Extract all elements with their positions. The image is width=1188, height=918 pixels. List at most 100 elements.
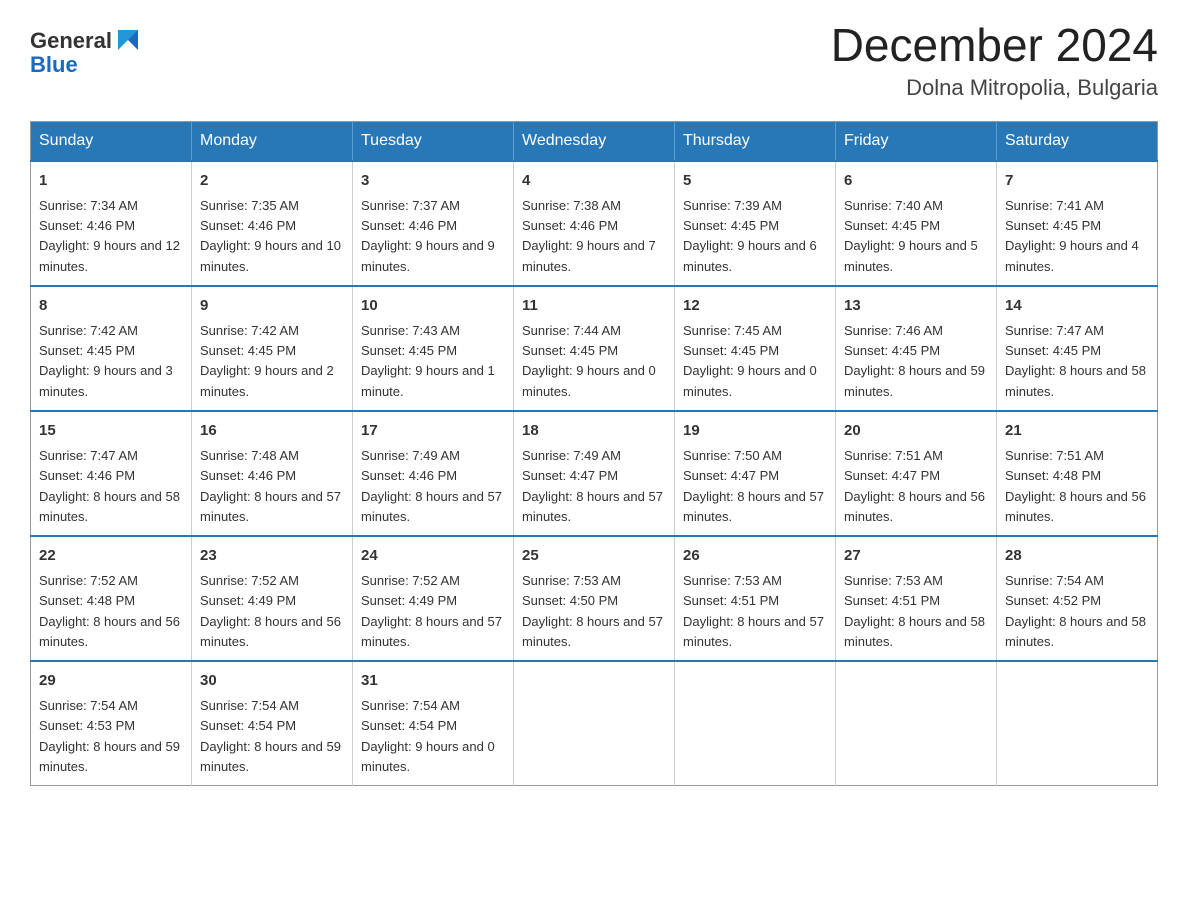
- day-info: Sunrise: 7:40 AMSunset: 4:45 PMDaylight:…: [844, 196, 988, 277]
- calendar-week-row: 8Sunrise: 7:42 AMSunset: 4:45 PMDaylight…: [31, 286, 1158, 411]
- day-number: 10: [361, 295, 505, 318]
- weekday-header-friday: Friday: [836, 121, 997, 161]
- calendar-cell: 20 Sunrise: 7:51 AMSunset: 4:47 PMDayligh…: [836, 411, 997, 536]
- weekday-header-sunday: Sunday: [31, 121, 192, 161]
- calendar-cell: [514, 661, 675, 786]
- day-info: Sunrise: 7:53 AMSunset: 4:50 PMDaylight:…: [522, 571, 666, 652]
- calendar-cell: 17 Sunrise: 7:49 AMSunset: 4:46 PMDayligh…: [353, 411, 514, 536]
- day-info: Sunrise: 7:51 AMSunset: 4:48 PMDaylight:…: [1005, 446, 1149, 527]
- day-info: Sunrise: 7:53 AMSunset: 4:51 PMDaylight:…: [844, 571, 988, 652]
- day-number: 12: [683, 295, 827, 318]
- calendar-cell: 3 Sunrise: 7:37 AMSunset: 4:46 PMDaylight…: [353, 161, 514, 286]
- calendar-table: SundayMondayTuesdayWednesdayThursdayFrid…: [30, 121, 1158, 786]
- day-info: Sunrise: 7:54 AMSunset: 4:54 PMDaylight:…: [361, 696, 505, 777]
- calendar-cell: 25 Sunrise: 7:53 AMSunset: 4:50 PMDayligh…: [514, 536, 675, 661]
- day-info: Sunrise: 7:41 AMSunset: 4:45 PMDaylight:…: [1005, 196, 1149, 277]
- weekday-header-wednesday: Wednesday: [514, 121, 675, 161]
- day-info: Sunrise: 7:38 AMSunset: 4:46 PMDaylight:…: [522, 196, 666, 277]
- day-info: Sunrise: 7:46 AMSunset: 4:45 PMDaylight:…: [844, 321, 988, 402]
- calendar-cell: 7 Sunrise: 7:41 AMSunset: 4:45 PMDaylight…: [997, 161, 1158, 286]
- day-number: 5: [683, 170, 827, 193]
- day-number: 29: [39, 670, 183, 693]
- page-header: General Blue December 2024 Dolna Mitropo…: [30, 20, 1158, 101]
- day-number: 31: [361, 670, 505, 693]
- day-number: 25: [522, 545, 666, 568]
- calendar-cell: 18 Sunrise: 7:49 AMSunset: 4:47 PMDayligh…: [514, 411, 675, 536]
- weekday-header-monday: Monday: [192, 121, 353, 161]
- location: Dolna Mitropolia, Bulgaria: [831, 75, 1158, 101]
- calendar-cell: 16 Sunrise: 7:48 AMSunset: 4:46 PMDayligh…: [192, 411, 353, 536]
- calendar-cell: 30 Sunrise: 7:54 AMSunset: 4:54 PMDayligh…: [192, 661, 353, 786]
- weekday-header-saturday: Saturday: [997, 121, 1158, 161]
- calendar-cell: 5 Sunrise: 7:39 AMSunset: 4:45 PMDaylight…: [675, 161, 836, 286]
- day-number: 13: [844, 295, 988, 318]
- day-number: 20: [844, 420, 988, 443]
- calendar-cell: 12 Sunrise: 7:45 AMSunset: 4:45 PMDayligh…: [675, 286, 836, 411]
- day-info: Sunrise: 7:54 AMSunset: 4:54 PMDaylight:…: [200, 696, 344, 777]
- day-number: 27: [844, 545, 988, 568]
- calendar-week-row: 15 Sunrise: 7:47 AMSunset: 4:46 PMDayligh…: [31, 411, 1158, 536]
- day-number: 7: [1005, 170, 1149, 193]
- day-number: 11: [522, 295, 666, 318]
- day-info: Sunrise: 7:42 AMSunset: 4:45 PMDaylight:…: [200, 321, 344, 402]
- calendar-cell: 14Sunrise: 7:47 AMSunset: 4:45 PMDayligh…: [997, 286, 1158, 411]
- svg-text:Blue: Blue: [30, 52, 78, 77]
- day-number: 3: [361, 170, 505, 193]
- day-info: Sunrise: 7:35 AMSunset: 4:46 PMDaylight:…: [200, 196, 344, 277]
- calendar-cell: 27 Sunrise: 7:53 AMSunset: 4:51 PMDayligh…: [836, 536, 997, 661]
- day-info: Sunrise: 7:54 AMSunset: 4:53 PMDaylight:…: [39, 696, 183, 777]
- day-info: Sunrise: 7:51 AMSunset: 4:47 PMDaylight:…: [844, 446, 988, 527]
- day-number: 17: [361, 420, 505, 443]
- day-number: 9: [200, 295, 344, 318]
- day-info: Sunrise: 7:49 AMSunset: 4:46 PMDaylight:…: [361, 446, 505, 527]
- calendar-cell: 19 Sunrise: 7:50 AMSunset: 4:47 PMDayligh…: [675, 411, 836, 536]
- calendar-cell: 6 Sunrise: 7:40 AMSunset: 4:45 PMDaylight…: [836, 161, 997, 286]
- day-number: 26: [683, 545, 827, 568]
- day-number: 24: [361, 545, 505, 568]
- day-info: Sunrise: 7:45 AMSunset: 4:45 PMDaylight:…: [683, 321, 827, 402]
- day-number: 16: [200, 420, 344, 443]
- day-number: 2: [200, 170, 344, 193]
- month-title: December 2024: [831, 20, 1158, 71]
- day-number: 1: [39, 170, 183, 193]
- calendar-cell: 13 Sunrise: 7:46 AMSunset: 4:45 PMDayligh…: [836, 286, 997, 411]
- day-info: Sunrise: 7:54 AMSunset: 4:52 PMDaylight:…: [1005, 571, 1149, 652]
- logo: General Blue: [30, 20, 150, 85]
- calendar-cell: 15 Sunrise: 7:47 AMSunset: 4:46 PMDayligh…: [31, 411, 192, 536]
- day-number: 6: [844, 170, 988, 193]
- calendar-cell: 10Sunrise: 7:43 AMSunset: 4:45 PMDayligh…: [353, 286, 514, 411]
- calendar-cell: 22Sunrise: 7:52 AMSunset: 4:48 PMDayligh…: [31, 536, 192, 661]
- calendar-cell: 9 Sunrise: 7:42 AMSunset: 4:45 PMDaylight…: [192, 286, 353, 411]
- weekday-header-thursday: Thursday: [675, 121, 836, 161]
- day-number: 15: [39, 420, 183, 443]
- day-number: 4: [522, 170, 666, 193]
- day-info: Sunrise: 7:42 AMSunset: 4:45 PMDaylight:…: [39, 321, 183, 402]
- calendar-cell: 21Sunrise: 7:51 AMSunset: 4:48 PMDayligh…: [997, 411, 1158, 536]
- weekday-header-row: SundayMondayTuesdayWednesdayThursdayFrid…: [31, 121, 1158, 161]
- day-number: 30: [200, 670, 344, 693]
- day-number: 28: [1005, 545, 1149, 568]
- day-info: Sunrise: 7:48 AMSunset: 4:46 PMDaylight:…: [200, 446, 344, 527]
- calendar-cell: 24 Sunrise: 7:52 AMSunset: 4:49 PMDayligh…: [353, 536, 514, 661]
- day-info: Sunrise: 7:37 AMSunset: 4:46 PMDaylight:…: [361, 196, 505, 277]
- day-number: 18: [522, 420, 666, 443]
- day-info: Sunrise: 7:52 AMSunset: 4:49 PMDaylight:…: [361, 571, 505, 652]
- day-number: 22: [39, 545, 183, 568]
- day-info: Sunrise: 7:39 AMSunset: 4:45 PMDaylight:…: [683, 196, 827, 277]
- calendar-cell: 11 Sunrise: 7:44 AMSunset: 4:45 PMDayligh…: [514, 286, 675, 411]
- day-info: Sunrise: 7:44 AMSunset: 4:45 PMDaylight:…: [522, 321, 666, 402]
- calendar-cell: 26Sunrise: 7:53 AMSunset: 4:51 PMDayligh…: [675, 536, 836, 661]
- calendar-cell: [836, 661, 997, 786]
- day-info: Sunrise: 7:49 AMSunset: 4:47 PMDaylight:…: [522, 446, 666, 527]
- calendar-cell: 2 Sunrise: 7:35 AMSunset: 4:46 PMDaylight…: [192, 161, 353, 286]
- day-info: Sunrise: 7:47 AMSunset: 4:45 PMDaylight:…: [1005, 321, 1149, 402]
- calendar-cell: 28 Sunrise: 7:54 AMSunset: 4:52 PMDayligh…: [997, 536, 1158, 661]
- calendar-week-row: 22Sunrise: 7:52 AMSunset: 4:48 PMDayligh…: [31, 536, 1158, 661]
- calendar-cell: 4 Sunrise: 7:38 AMSunset: 4:46 PMDaylight…: [514, 161, 675, 286]
- calendar-cell: [997, 661, 1158, 786]
- day-info: Sunrise: 7:47 AMSunset: 4:46 PMDaylight:…: [39, 446, 183, 527]
- day-number: 19: [683, 420, 827, 443]
- calendar-cell: 31 Sunrise: 7:54 AMSunset: 4:54 PMDayligh…: [353, 661, 514, 786]
- day-info: Sunrise: 7:50 AMSunset: 4:47 PMDaylight:…: [683, 446, 827, 527]
- calendar-cell: [675, 661, 836, 786]
